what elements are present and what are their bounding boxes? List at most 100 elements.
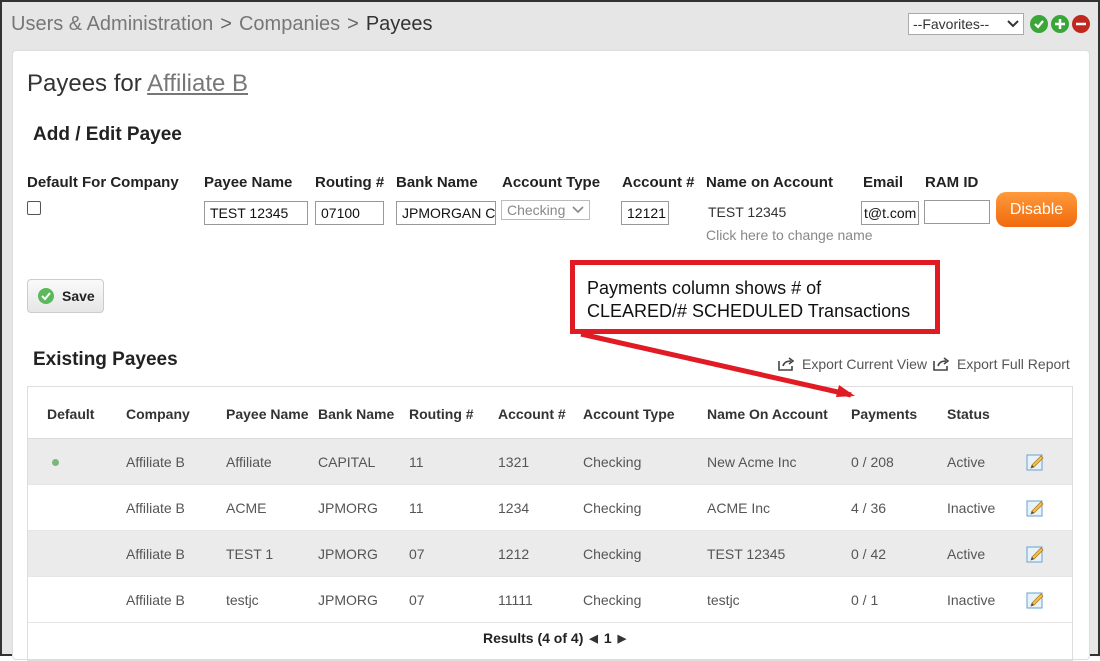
cell-payee-name: testjc — [226, 592, 259, 608]
annotation-line-1: Payments column shows # of — [587, 278, 822, 298]
cell-account-type: Checking — [583, 454, 642, 470]
prev-page-icon[interactable]: ◀ — [589, 632, 597, 645]
next-page-icon[interactable]: ▶ — [618, 632, 626, 645]
results-count: Results (4 of 4) — [483, 630, 584, 646]
col-payments[interactable]: Payments — [851, 406, 917, 422]
cell-bank-name: JPMORG — [318, 500, 378, 516]
save-button-label: Save — [62, 288, 95, 304]
cell-status: Active — [947, 454, 986, 470]
cell-account: 1234 — [498, 500, 530, 516]
cell-routing: 11 — [409, 454, 424, 470]
label-default-for-company: Default For Company — [27, 174, 179, 191]
save-button[interactable]: Save — [27, 279, 104, 313]
cell-routing: 07 — [409, 592, 425, 608]
cell-payments: 4 / 36 — [851, 500, 887, 516]
cell-payee-name: Affiliate — [226, 454, 272, 470]
edit-icon[interactable] — [1026, 498, 1046, 518]
cell-bank-name: JPMORG — [318, 546, 378, 562]
col-default[interactable]: Default — [47, 406, 94, 422]
edit-icon[interactable] — [1026, 590, 1046, 610]
cell-company: Affiliate B — [126, 500, 185, 516]
page-title-prefix: Payees for — [27, 70, 142, 97]
check-icon — [1034, 20, 1044, 29]
cell-name-on-account: ACME Inc — [707, 500, 771, 516]
col-status[interactable]: Status — [947, 406, 990, 422]
export-full-report-link[interactable]: Export Full Report — [933, 356, 1070, 372]
cell-account-type: Checking — [583, 500, 642, 516]
cell-account-type: Checking — [583, 592, 642, 608]
breadcrumb-separator: > — [347, 13, 359, 35]
label-account: Account # — [622, 174, 695, 191]
export-full-report-label: Export Full Report — [957, 356, 1070, 372]
col-routing[interactable]: Routing # — [409, 406, 474, 422]
col-account[interactable]: Account # — [498, 406, 566, 422]
edit-icon[interactable] — [1026, 452, 1046, 472]
favorites-selected: --Favorites-- — [913, 16, 990, 32]
chevron-down-icon — [572, 206, 584, 214]
favorites-select[interactable]: --Favorites-- — [908, 13, 1024, 35]
col-bank-name[interactable]: Bank Name — [318, 406, 394, 422]
export-current-view-link[interactable]: Export Current View — [778, 356, 927, 372]
account-type-select[interactable]: Checking — [501, 200, 590, 220]
breadcrumb-current: Payees — [365, 13, 433, 35]
ram-id-input[interactable] — [924, 200, 990, 224]
table-row[interactable]: Affiliate B ACME JPMORG 11 1234 Checking… — [28, 485, 1072, 531]
cell-payments: 0 / 1 — [851, 592, 879, 608]
top-bar: Users & Administration > Companies > Payees … — [2, 2, 1098, 46]
export-icon — [778, 357, 795, 371]
page-number[interactable]: 1 — [604, 630, 612, 646]
plus-icon — [1055, 19, 1065, 29]
label-ram-id: RAM ID — [925, 174, 979, 191]
col-company[interactable]: Company — [126, 406, 190, 422]
cell-name-on-account: TEST 12345 — [707, 546, 786, 562]
routing-input[interactable]: 07100 — [315, 201, 384, 225]
favorite-apply-button[interactable] — [1030, 15, 1048, 33]
disable-button[interactable]: Disable — [996, 192, 1077, 227]
export-icon — [933, 357, 950, 371]
name-on-account-value: TEST 12345 — [708, 204, 787, 220]
breadcrumb-companies[interactable]: Companies — [239, 13, 340, 35]
add-edit-section-title: Add / Edit Payee — [33, 124, 182, 145]
table-row[interactable]: Affiliate B Affiliate CAPITAL 11 1321 Ch… — [28, 439, 1072, 485]
favorites-controls: --Favorites-- — [908, 13, 1090, 35]
cell-company: Affiliate B — [126, 546, 185, 562]
pagination: Results (4 of 4) ◀ 1 ▶ — [483, 630, 626, 646]
default-for-company-checkbox[interactable] — [27, 201, 41, 215]
edit-icon[interactable] — [1026, 544, 1046, 564]
change-name-link[interactable]: Click here to change name — [706, 227, 873, 243]
col-name-on-account[interactable]: Name On Account — [707, 406, 828, 422]
payee-name-input[interactable]: TEST 12345 — [204, 201, 308, 225]
cell-bank-name: CAPITAL — [318, 454, 376, 470]
cell-routing: 07 — [409, 546, 425, 562]
account-type-selected: Checking — [507, 202, 566, 218]
annotation-line-2: CLEARED/# SCHEDULED Transactions — [587, 301, 911, 321]
email-input[interactable]: t@t.com — [861, 201, 919, 225]
cell-account-type: Checking — [583, 546, 642, 562]
breadcrumb-separator: > — [220, 13, 232, 35]
account-input[interactable]: 12121 — [621, 201, 669, 225]
breadcrumb-users-admin[interactable]: Users & Administration — [11, 13, 213, 35]
label-bank-name: Bank Name — [396, 174, 478, 191]
label-payee-name: Payee Name — [204, 174, 293, 191]
table-row[interactable]: Affiliate B TEST 1 JPMORG 07 1212 Checki… — [28, 531, 1072, 577]
label-email: Email — [863, 174, 904, 191]
table-row[interactable]: Affiliate B testjc JPMORG 07 11111 Check… — [28, 577, 1072, 623]
affiliate-link[interactable]: Affiliate B — [147, 70, 248, 97]
label-name-on-account: Name on Account — [706, 174, 833, 191]
cell-company: Affiliate B — [126, 454, 185, 470]
cell-account: 1321 — [498, 454, 530, 470]
cell-payee-name: TEST 1 — [226, 546, 274, 562]
table-header: Default Company Payee Name Bank Name Rou… — [28, 387, 1072, 439]
col-payee-name[interactable]: Payee Name — [226, 406, 309, 422]
page-title: Payees for Affiliate B — [27, 70, 248, 98]
favorite-remove-button[interactable] — [1072, 15, 1090, 33]
bank-name-input[interactable]: JPMORGAN C — [396, 201, 496, 225]
existing-payees-title: Existing Payees — [33, 349, 178, 370]
favorite-add-button[interactable] — [1051, 15, 1069, 33]
cell-account: 11111 — [498, 592, 533, 608]
cell-bank-name: JPMORG — [318, 592, 378, 608]
cell-company: Affiliate B — [126, 592, 185, 608]
col-account-type[interactable]: Account Type — [583, 406, 675, 422]
check-circle-icon — [38, 288, 54, 304]
cell-routing: 11 — [409, 500, 424, 516]
